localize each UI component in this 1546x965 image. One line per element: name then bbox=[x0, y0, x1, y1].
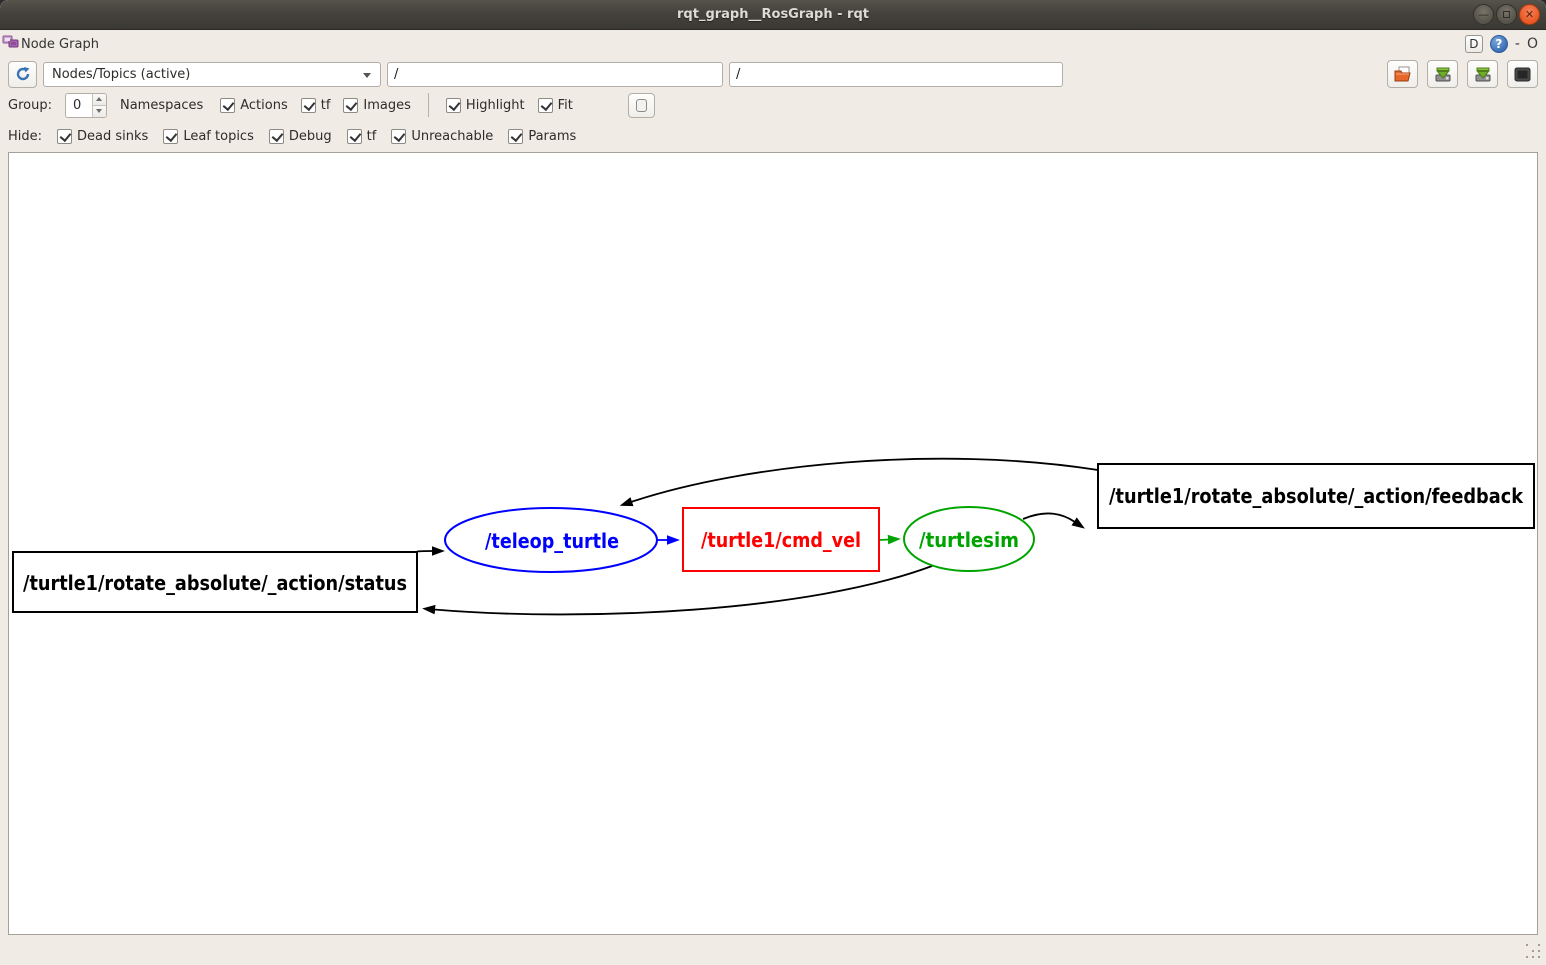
edge-turtlesim-to-status bbox=[434, 566, 932, 614]
checkbox-tf-group[interactable]: tf bbox=[301, 98, 331, 113]
checkbox-checked-icon bbox=[269, 129, 284, 144]
checkbox-label: Highlight bbox=[466, 98, 525, 113]
float-dock-button[interactable]: - bbox=[1515, 36, 1520, 52]
group-value: 0 bbox=[66, 94, 92, 117]
node-graph-icon bbox=[2, 34, 19, 54]
checkbox-label: Images bbox=[363, 98, 411, 113]
graph-type-select[interactable]: Nodes/Topics (active) bbox=[43, 62, 381, 87]
checkbox-label: Dead sinks bbox=[77, 129, 148, 144]
node-label-status: /turtle1/rotate_absolute/_action/status bbox=[23, 571, 407, 595]
close-dock-button[interactable]: O bbox=[1527, 36, 1538, 52]
close-button[interactable]: ✕ bbox=[1519, 4, 1540, 25]
load-dot-button[interactable] bbox=[1387, 60, 1418, 88]
dock-header: Node Graph D ? - O bbox=[0, 30, 1546, 58]
checkbox-tf-hide[interactable]: tf bbox=[347, 129, 377, 144]
checkbox-actions[interactable]: Actions bbox=[220, 98, 288, 113]
save-dot-icon bbox=[1434, 66, 1452, 83]
checkbox-label: Unreachable bbox=[411, 129, 493, 144]
checkbox-label: Params bbox=[528, 129, 576, 144]
checkbox-checked-icon bbox=[391, 129, 406, 144]
title-bar[interactable]: rqt_graph__RosGraph - rqt — ✕ bbox=[0, 0, 1546, 30]
checkbox-checked-icon bbox=[508, 129, 523, 144]
topic-filter-input[interactable] bbox=[729, 62, 1063, 87]
window-title: rqt_graph__RosGraph - rqt bbox=[0, 7, 1546, 22]
arrow-down-icon bbox=[96, 109, 102, 113]
checkbox-checked-icon bbox=[347, 129, 362, 144]
checkbox-images[interactable]: Images bbox=[343, 98, 411, 113]
separator bbox=[428, 93, 429, 117]
node-graph-svg: /turtle1/rotate_absolute/_action/status … bbox=[9, 153, 1537, 934]
fit-in-view-button[interactable] bbox=[628, 93, 655, 118]
resize-grip[interactable] bbox=[1526, 944, 1542, 960]
spinner-arrows[interactable] bbox=[92, 94, 106, 117]
checkbox-checked-icon bbox=[446, 98, 461, 113]
namespace-filter-input[interactable] bbox=[387, 62, 723, 87]
hide-row: Hide: Dead sinks Leaf topics Debug tf Un… bbox=[0, 120, 1546, 152]
minimize-button[interactable]: — bbox=[1473, 4, 1494, 25]
graph-canvas[interactable]: /turtle1/rotate_absolute/_action/status … bbox=[8, 152, 1538, 935]
help-icon[interactable]: ? bbox=[1490, 35, 1508, 53]
graph-node-cmd-vel[interactable]: /turtle1/cmd_vel bbox=[683, 508, 879, 571]
options-row: Group: 0 Namespaces Actions tf Images Hi… bbox=[0, 90, 1546, 120]
save-image-button[interactable] bbox=[1467, 60, 1498, 88]
save-image-icon bbox=[1474, 66, 1492, 83]
spin-up-button[interactable] bbox=[93, 94, 106, 106]
dock-title-label: Node Graph bbox=[21, 37, 99, 52]
edge-status-to-teleop bbox=[417, 551, 433, 552]
node-label-turtlesim: /turtlesim bbox=[919, 528, 1019, 552]
refresh-icon bbox=[15, 66, 31, 82]
checkbox-label: Debug bbox=[289, 129, 332, 144]
screenshot-button[interactable] bbox=[1507, 60, 1538, 88]
rqt-window: rqt_graph__RosGraph - rqt — ✕ Node Graph… bbox=[0, 0, 1546, 965]
detach-button[interactable]: D bbox=[1465, 35, 1483, 53]
checkbox-checked-icon bbox=[220, 98, 235, 113]
checkbox-debug[interactable]: Debug bbox=[269, 129, 332, 144]
checkbox-checked-icon bbox=[163, 129, 178, 144]
checkbox-label: Actions bbox=[240, 98, 288, 113]
save-dot-button[interactable] bbox=[1427, 60, 1458, 88]
graph-type-value: Nodes/Topics (active) bbox=[52, 67, 190, 82]
graph-node-rotate-absolute-feedback[interactable]: /turtle1/rotate_absolute/_action/feedbac… bbox=[1098, 464, 1534, 528]
chevron-down-icon bbox=[363, 73, 371, 78]
checkbox-checked-icon bbox=[301, 98, 316, 113]
graph-node-turtlesim[interactable]: /turtlesim bbox=[904, 507, 1034, 571]
open-dot-file-icon bbox=[1394, 66, 1412, 83]
node-label-feedback: /turtle1/rotate_absolute/_action/feedbac… bbox=[1109, 484, 1524, 508]
checkbox-leaf-topics[interactable]: Leaf topics bbox=[163, 129, 254, 144]
namespaces-label: Namespaces bbox=[120, 98, 203, 113]
maximize-icon bbox=[1503, 11, 1510, 18]
checkbox-label: tf bbox=[367, 129, 377, 144]
window-controls: — ✕ bbox=[1473, 4, 1540, 25]
group-spinner[interactable]: 0 bbox=[65, 93, 107, 118]
maximize-button[interactable] bbox=[1496, 4, 1517, 25]
arrow-up-icon bbox=[96, 97, 102, 101]
node-label-cmd-vel: /turtle1/cmd_vel bbox=[701, 528, 861, 552]
edge-feedback-to-teleop bbox=[631, 459, 1098, 502]
checkbox-checked-icon bbox=[538, 98, 553, 113]
refresh-button[interactable] bbox=[8, 61, 37, 88]
dock-buttons: D ? - O bbox=[1465, 35, 1538, 53]
checkbox-checked-icon bbox=[57, 129, 72, 144]
checkbox-unreachable[interactable]: Unreachable bbox=[391, 129, 493, 144]
group-label: Group: bbox=[8, 98, 52, 113]
checkbox-checked-icon bbox=[343, 98, 358, 113]
checkbox-label: Leaf topics bbox=[183, 129, 254, 144]
spin-down-button[interactable] bbox=[93, 106, 106, 117]
dock-title: Node Graph bbox=[2, 34, 99, 54]
graph-toolbar: Nodes/Topics (active) bbox=[0, 58, 1546, 90]
hide-label: Hide: bbox=[8, 129, 42, 144]
checkbox-label: tf bbox=[321, 98, 331, 113]
checkbox-params[interactable]: Params bbox=[508, 129, 576, 144]
checkbox-dead-sinks[interactable]: Dead sinks bbox=[57, 129, 148, 144]
fit-in-view-icon bbox=[636, 99, 647, 112]
checkbox-highlight[interactable]: Highlight bbox=[446, 98, 525, 113]
edge-cmdvel-to-turtlesim bbox=[880, 540, 889, 541]
edge-turtlesim-to-feedback bbox=[1023, 513, 1075, 522]
graph-node-rotate-absolute-status[interactable]: /turtle1/rotate_absolute/_action/status bbox=[13, 552, 417, 612]
graph-node-teleop-turtle[interactable]: /teleop_turtle bbox=[445, 508, 657, 572]
checkbox-label: Fit bbox=[558, 98, 573, 113]
node-label-teleop-turtle: /teleop_turtle bbox=[485, 529, 619, 553]
checkbox-fit[interactable]: Fit bbox=[538, 98, 573, 113]
screenshot-icon bbox=[1514, 67, 1531, 82]
